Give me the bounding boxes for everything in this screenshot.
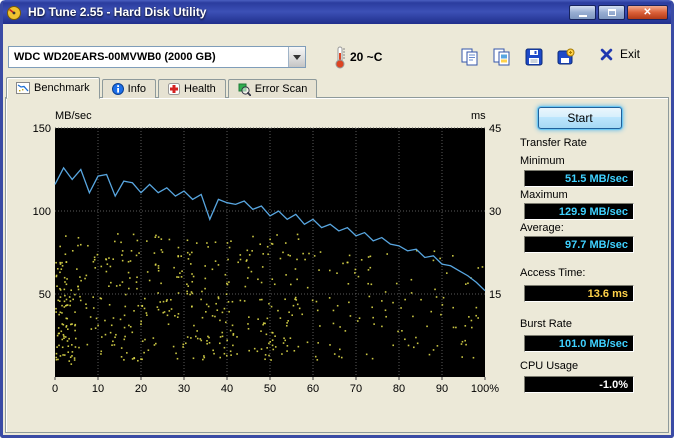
svg-text:20: 20 (135, 383, 147, 395)
temperature-value: 20 ~C (350, 50, 383, 64)
copy-text-icon (461, 48, 478, 66)
svg-text:30: 30 (178, 383, 190, 395)
benchmark-icon (16, 82, 30, 94)
tab-bar: Benchmark Info Health Error Scan (6, 76, 319, 99)
access-time-label: Access Time: (520, 267, 586, 279)
maximize-icon (607, 8, 616, 16)
tab-benchmark-label: Benchmark (34, 82, 90, 94)
save-screenshot-button[interactable] (554, 46, 578, 68)
minimize-icon (578, 14, 587, 17)
svg-text:15: 15 (489, 289, 501, 301)
app-icon (7, 6, 21, 20)
close-icon: ✕ (643, 6, 652, 18)
svg-text:70: 70 (350, 383, 362, 395)
exit-x-icon (600, 48, 613, 60)
titlebar[interactable]: HD Tune 2.55 - Hard Disk Utility ✕ (0, 0, 674, 24)
svg-text:100%: 100% (471, 383, 499, 395)
start-button[interactable]: Start (538, 107, 622, 129)
svg-text:90: 90 (436, 383, 448, 395)
svg-text:60: 60 (307, 383, 319, 395)
svg-text:50: 50 (264, 383, 276, 395)
cpu-usage-value: -1.0% (524, 376, 634, 393)
average-label: Average: (520, 222, 564, 234)
minimize-button[interactable] (569, 4, 596, 20)
maximum-label: Maximum (520, 189, 568, 201)
info-icon (111, 83, 124, 95)
svg-text:0: 0 (52, 383, 58, 395)
window-title: HD Tune 2.55 - Hard Disk Utility (28, 5, 207, 19)
close-button[interactable]: ✕ (627, 4, 668, 20)
tab-health-label: Health (184, 83, 216, 95)
svg-text:40: 40 (221, 383, 233, 395)
burst-rate-label: Burst Rate (520, 318, 572, 330)
tab-info[interactable]: Info (101, 79, 156, 98)
copy-text-button[interactable] (458, 46, 482, 68)
tab-error-scan[interactable]: Error Scan (227, 79, 318, 98)
maximum-value: 129.9 MB/sec (524, 203, 634, 220)
thermometer-icon (335, 46, 345, 69)
svg-text:10: 10 (92, 383, 104, 395)
exit-label: Exit (620, 47, 641, 61)
svg-text:50: 50 (39, 289, 51, 301)
svg-text:45: 45 (489, 123, 501, 135)
save-icon (525, 48, 543, 66)
toolbar-icons (458, 46, 578, 68)
tab-error-scan-label: Error Scan (254, 83, 308, 95)
tab-benchmark[interactable]: Benchmark (6, 77, 100, 99)
svg-text:MB/sec: MB/sec (55, 110, 92, 122)
save-screenshot-icon (557, 48, 575, 65)
copy-image-icon (493, 48, 510, 66)
svg-text:80: 80 (393, 383, 405, 395)
access-time-value: 13.6 ms (524, 285, 634, 302)
svg-text:150: 150 (33, 123, 51, 135)
maximize-button[interactable] (598, 4, 625, 20)
save-image-button[interactable] (522, 46, 546, 68)
tab-health[interactable]: Health (158, 79, 226, 98)
drive-select[interactable]: WDC WD20EARS-00MVWB0 (2000 GB) (8, 46, 306, 68)
svg-text:100: 100 (33, 206, 51, 218)
minimum-value: 51.5 MB/sec (524, 170, 634, 187)
tab-info-label: Info (127, 83, 146, 95)
window-controls: ✕ (569, 4, 668, 20)
exit-button[interactable]: Exit (600, 47, 640, 61)
chevron-down-icon[interactable] (288, 47, 305, 67)
svg-text:ms: ms (471, 110, 486, 122)
health-icon (168, 83, 180, 95)
svg-text:30: 30 (489, 206, 501, 218)
hd-tune-window: HD Tune 2.55 - Hard Disk Utility ✕ WDC W… (0, 0, 674, 438)
cpu-usage-label: CPU Usage (520, 360, 579, 372)
benchmark-chart: MB/sec ms150100504530150 10 20 30 40 50 60 70 80 9… (33, 110, 502, 395)
burst-rate-value: 101.0 MB/sec (524, 335, 634, 352)
error-scan-icon (238, 83, 251, 96)
transfer-rate-title: Transfer Rate (520, 137, 587, 149)
drive-select-value: WDC WD20EARS-00MVWB0 (2000 GB) (14, 51, 216, 63)
average-value: 97.7 MB/sec (524, 236, 634, 253)
copy-image-button[interactable] (490, 46, 514, 68)
minimum-label: Minimum (520, 155, 565, 167)
